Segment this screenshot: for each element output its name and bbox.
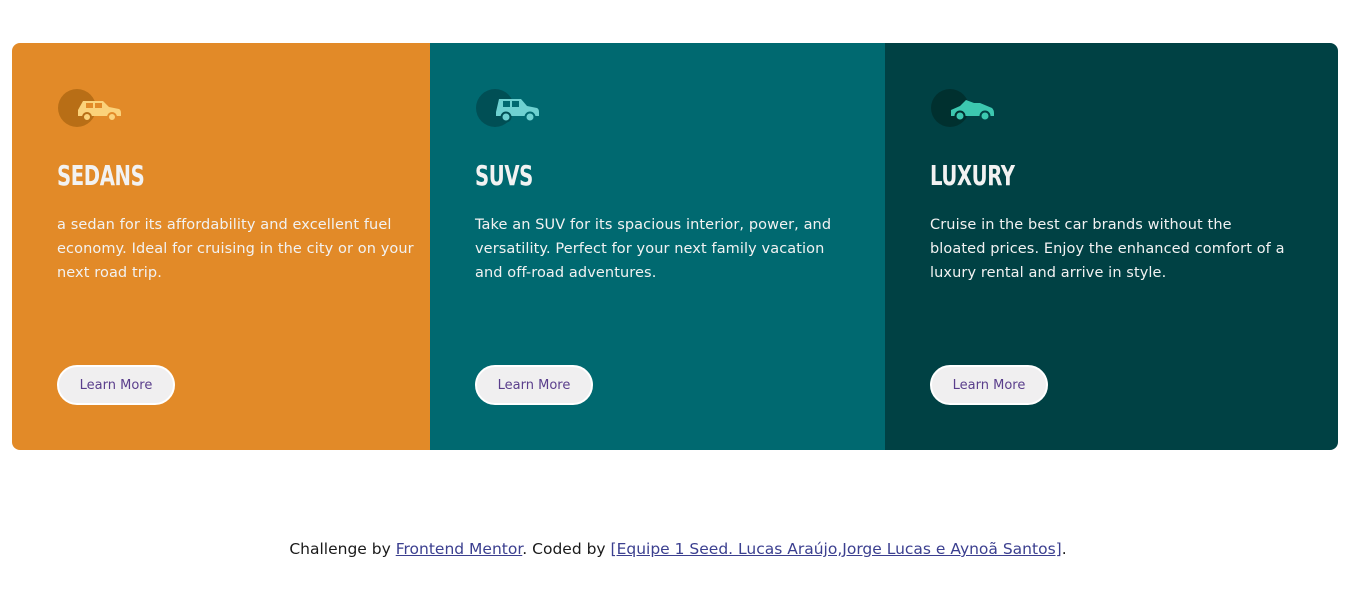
cards-container: Sedans a sedan for its affordability and… [12,43,1338,450]
card-description: a sedan for its affordability and excell… [57,217,414,281]
card-suvs: SUVs Take an SUV for its spacious interi… [430,43,885,450]
author-link[interactable]: [Equipe 1 Seed. Lucas Araújo,Jorge Lucas… [611,540,1062,558]
luxury-car-icon [930,88,1000,128]
card-title: Luxury [930,159,1015,192]
frontend-mentor-link[interactable]: Frontend Mentor [396,540,523,558]
card-description: Cruise in the best car brands without th… [930,217,1285,281]
attribution-footer: Challenge by Frontend Mentor. Coded by [… [0,540,1356,558]
suv-car-icon [475,88,545,128]
card-sedans: Sedans a sedan for its affordability and… [12,43,430,450]
sedan-car-icon [57,88,127,128]
card-description: Take an SUV for its spacious interior, p… [475,217,832,281]
card-luxury: Luxury Cruise in the best car brands wit… [885,43,1338,450]
learn-more-button[interactable]: Learn More [57,365,175,405]
card-title: SUVs [475,159,533,192]
footer-middle: . Coded by [522,540,611,558]
footer-prefix: Challenge by [289,540,396,558]
card-title: Sedans [57,159,145,192]
footer-suffix: . [1061,540,1067,558]
learn-more-button[interactable]: Learn More [475,365,593,405]
learn-more-button[interactable]: Learn More [930,365,1048,405]
